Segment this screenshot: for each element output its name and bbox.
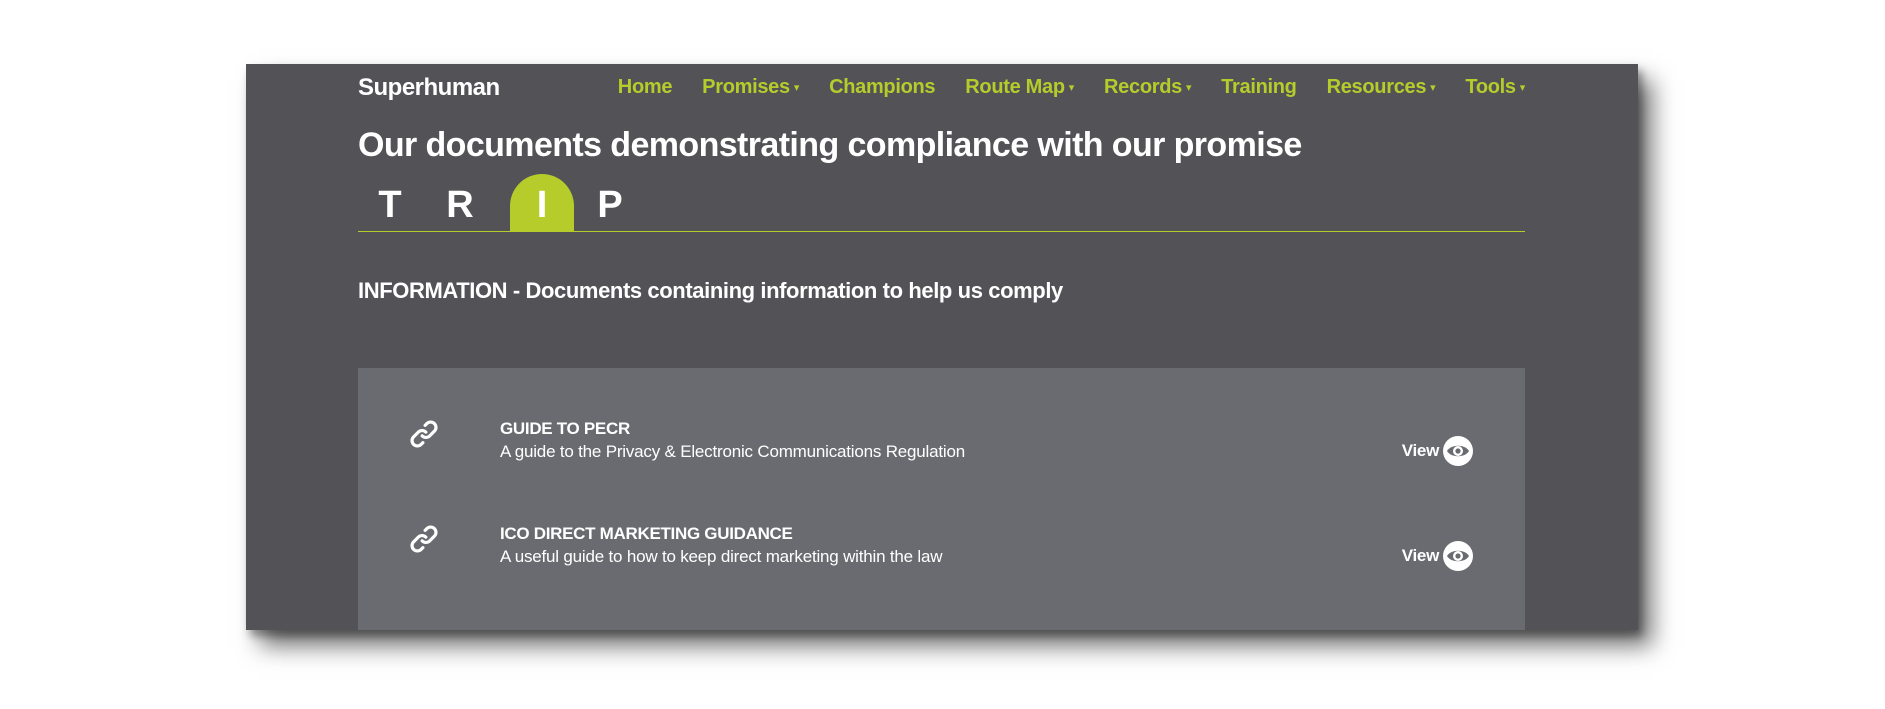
eye-icon bbox=[1443, 436, 1473, 466]
tab-r[interactable]: R bbox=[428, 174, 492, 231]
nav-label: Home bbox=[617, 76, 673, 98]
nav-item-records[interactable]: Records ▾ bbox=[1104, 76, 1191, 99]
chevron-down-icon: ▾ bbox=[793, 82, 800, 95]
top-navbar: Superhuman Home Promises ▾ Champions Rout… bbox=[358, 64, 1525, 110]
nav-item-route-map[interactable]: Route Map ▾ bbox=[965, 76, 1074, 99]
document-row: GUIDE TO PECR A guide to the Privacy & E… bbox=[358, 418, 1525, 498]
nav-label: Resources bbox=[1326, 76, 1427, 98]
nav-menu: Home Promises ▾ Champions Route Map ▾ Reco… bbox=[588, 76, 1526, 99]
view-label: View bbox=[1401, 546, 1440, 565]
nav-item-promises[interactable]: Promises ▾ bbox=[702, 76, 799, 99]
view-button[interactable]: View bbox=[1402, 436, 1473, 466]
tab-p[interactable]: P bbox=[578, 174, 642, 231]
nav-label: Training bbox=[1221, 76, 1297, 98]
document-row: ICO DIRECT MARKETING GUIDANCE A useful g… bbox=[358, 523, 1525, 603]
nav-label: Promises bbox=[702, 76, 790, 98]
document-description: A useful guide to how to keep direct mar… bbox=[500, 547, 943, 566]
nav-label: Tools bbox=[1465, 76, 1516, 98]
page-container: Superhuman Home Promises ▾ Champions Rout… bbox=[358, 64, 1525, 630]
view-button[interactable]: View bbox=[1402, 541, 1473, 571]
nav-label: Champions bbox=[829, 76, 936, 98]
link-icon[interactable] bbox=[408, 523, 440, 555]
tab-label: R bbox=[446, 184, 474, 226]
chevron-down-icon: ▾ bbox=[1519, 82, 1526, 95]
tab-label: I bbox=[536, 184, 548, 226]
tab-t[interactable]: T bbox=[358, 174, 422, 231]
document-title: GUIDE TO PECR bbox=[500, 419, 630, 438]
nav-item-champions[interactable]: Champions bbox=[829, 76, 936, 99]
trip-tabs: T R I P bbox=[358, 174, 1525, 232]
link-icon[interactable] bbox=[408, 418, 440, 450]
section-heading: INFORMATION - Documents containing infor… bbox=[358, 278, 1063, 303]
eye-icon bbox=[1443, 541, 1473, 571]
nav-label: Records bbox=[1104, 76, 1182, 98]
nav-item-home[interactable]: Home bbox=[617, 76, 673, 99]
document-title: ICO DIRECT MARKETING GUIDANCE bbox=[500, 524, 793, 543]
document-text: ICO DIRECT MARKETING GUIDANCE A useful g… bbox=[500, 523, 943, 569]
tab-label: P bbox=[597, 184, 623, 226]
chevron-down-icon: ▾ bbox=[1430, 82, 1436, 95]
page-title: Our documents demonstrating compliance w… bbox=[358, 126, 1302, 164]
nav-label: Route Map bbox=[965, 76, 1065, 98]
nav-item-resources[interactable]: Resources ▾ bbox=[1327, 76, 1436, 99]
document-text: GUIDE TO PECR A guide to the Privacy & E… bbox=[500, 418, 965, 464]
chevron-down-icon: ▾ bbox=[1068, 82, 1075, 95]
app-window: Superhuman Home Promises ▾ Champions Rout… bbox=[246, 64, 1638, 630]
chevron-down-icon: ▾ bbox=[1185, 82, 1192, 95]
view-label: View bbox=[1401, 441, 1440, 460]
document-description: A guide to the Privacy & Electronic Comm… bbox=[500, 442, 965, 461]
nav-item-tools[interactable]: Tools ▾ bbox=[1465, 76, 1525, 99]
nav-item-training[interactable]: Training bbox=[1221, 76, 1297, 99]
brand-logo[interactable]: Superhuman bbox=[358, 74, 500, 102]
tab-label: T bbox=[378, 184, 402, 226]
tab-i[interactable]: I bbox=[510, 174, 574, 231]
documents-panel: GUIDE TO PECR A guide to the Privacy & E… bbox=[358, 368, 1525, 630]
